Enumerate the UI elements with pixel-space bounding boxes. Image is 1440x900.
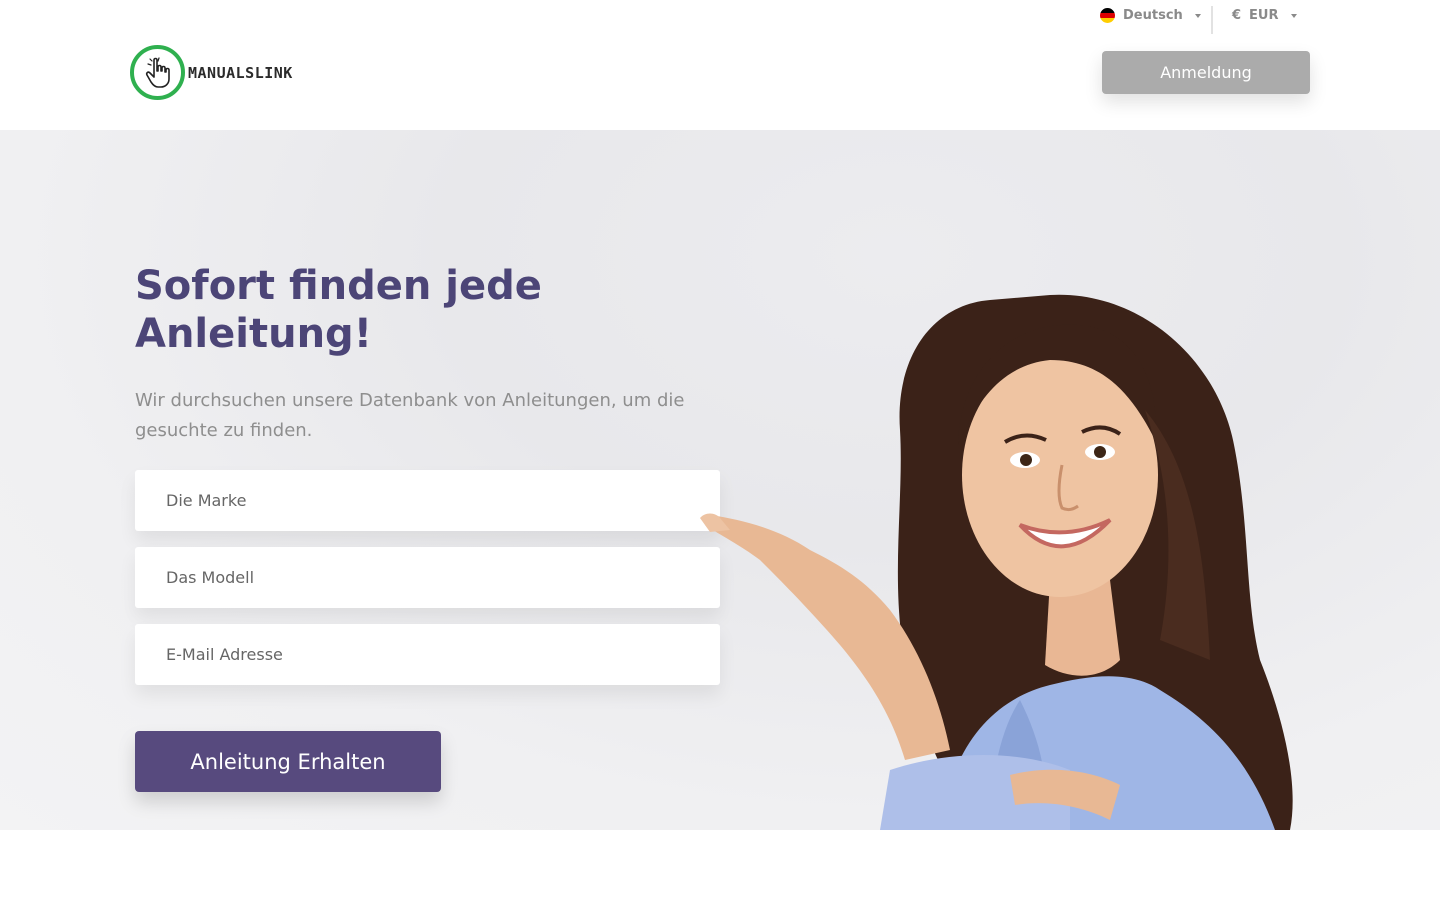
hero-title: Sofort finden jede Anleitung! [135, 263, 542, 357]
currency-code: EUR [1249, 8, 1279, 23]
chevron-down-icon [1290, 13, 1297, 18]
currency-symbol: € [1232, 8, 1242, 23]
german-flag-icon [1100, 8, 1115, 23]
site-logo[interactable]: MANUALSLINK [130, 45, 293, 100]
get-manual-button[interactable]: Anleitung Erhalten [135, 731, 441, 792]
login-button[interactable]: Anmeldung [1102, 51, 1310, 94]
currency-selector[interactable]: € EUR [1232, 8, 1297, 23]
top-utility-bar: Deutsch € EUR [0, 0, 1440, 34]
pointer-hand-icon [130, 45, 185, 100]
email-input[interactable] [135, 624, 720, 685]
language-label: Deutsch [1123, 8, 1183, 23]
hero-subtitle: Wir durchsuchen unsere Datenbank von Anl… [135, 390, 685, 441]
page-content-area [0, 830, 1440, 900]
divider [1211, 6, 1213, 34]
brand-input[interactable] [135, 470, 720, 531]
chevron-down-icon [1194, 13, 1201, 18]
hero-woman-image [700, 294, 1293, 830]
model-input[interactable] [135, 547, 720, 608]
language-selector[interactable]: Deutsch [1100, 8, 1201, 23]
logo-text: MANUALSLINK [188, 63, 293, 82]
hero-section: Sofort finden jede Anleitung! Wir durchs… [0, 130, 1440, 830]
